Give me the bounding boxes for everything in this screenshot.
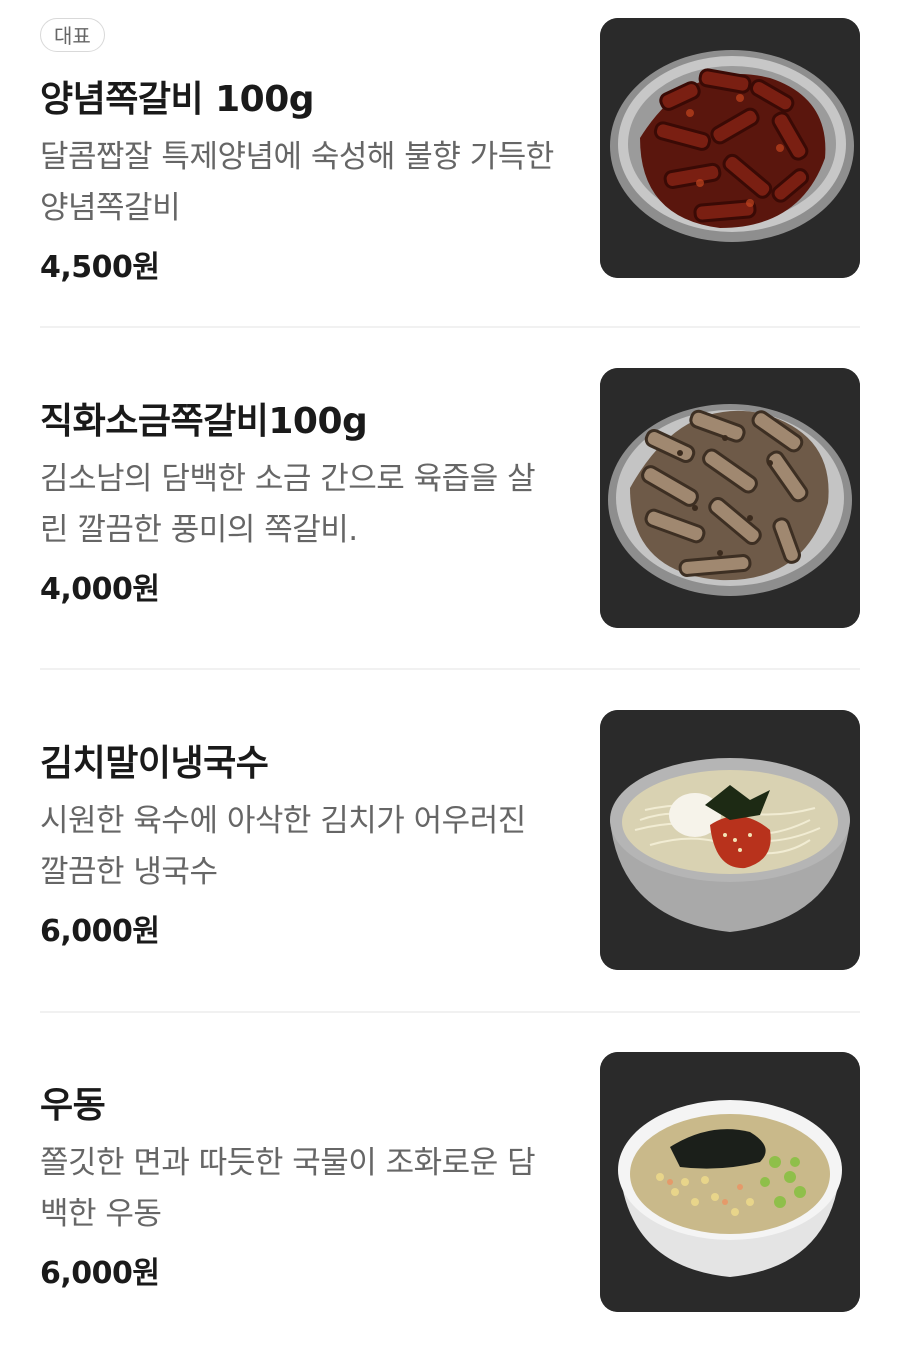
menu-item-description: 달콤짭잘 특제양념에 숙성해 불향 가득한 양념쪽갈비 <box>40 139 554 226</box>
menu-item[interactable]: 김치말이냉국수 시원한 육수에 아삭한 김치가 어우러진 깔끔한 냉국수 6,0… <box>40 710 860 972</box>
marinated-ribs-photo[interactable] <box>600 18 860 278</box>
udon-photo[interactable] <box>600 1052 860 1312</box>
menu-item[interactable]: 직화소금쪽갈비100g 김소남의 담백한 소금 간으로 육즙을 살린 깔끔한 풍… <box>40 368 860 630</box>
menu-list: 대표 양념쪽갈비 100g 달콤짭잘 특제양념에 숙성해 불향 가득한 양념쪽갈… <box>0 0 900 1346</box>
kimchi-cold-noodle-photo[interactable] <box>600 710 860 970</box>
menu-item-name: 김치말이냉국수 <box>40 743 269 784</box>
menu-item[interactable]: 우동 쫄깃한 면과 따듯한 국물이 조화로운 담백한 우동 6,000원 <box>40 1052 860 1314</box>
menu-item-price: 4,000원 <box>40 572 160 607</box>
menu-item-description: 쫄깃한 면과 따듯한 국물이 조화로운 담백한 우동 <box>40 1145 536 1232</box>
menu-item-price: 6,000원 <box>40 914 160 949</box>
divider <box>40 1011 860 1013</box>
menu-item-description: 시원한 육수에 아삭한 김치가 어우러진 깔끔한 냉국수 <box>40 803 526 890</box>
menu-item-description: 김소남의 담백한 소금 간으로 육즙을 살린 깔끔한 풍미의 쪽갈비. <box>40 461 536 548</box>
menu-item-name: 양념쪽갈비 100g <box>40 79 315 120</box>
divider <box>40 326 860 328</box>
menu-item-price: 4,500원 <box>40 250 160 285</box>
signature-badge: 대표 <box>40 18 105 52</box>
menu-item-name: 우동 <box>40 1085 106 1126</box>
divider <box>40 668 860 670</box>
salt-grilled-ribs-photo[interactable] <box>600 368 860 628</box>
menu-item[interactable]: 대표 양념쪽갈비 100g 달콤짭잘 특제양념에 숙성해 불향 가득한 양념쪽갈… <box>40 18 860 285</box>
menu-item-price: 6,000원 <box>40 1256 160 1291</box>
menu-item-name: 직화소금쪽갈비100g <box>40 401 368 442</box>
